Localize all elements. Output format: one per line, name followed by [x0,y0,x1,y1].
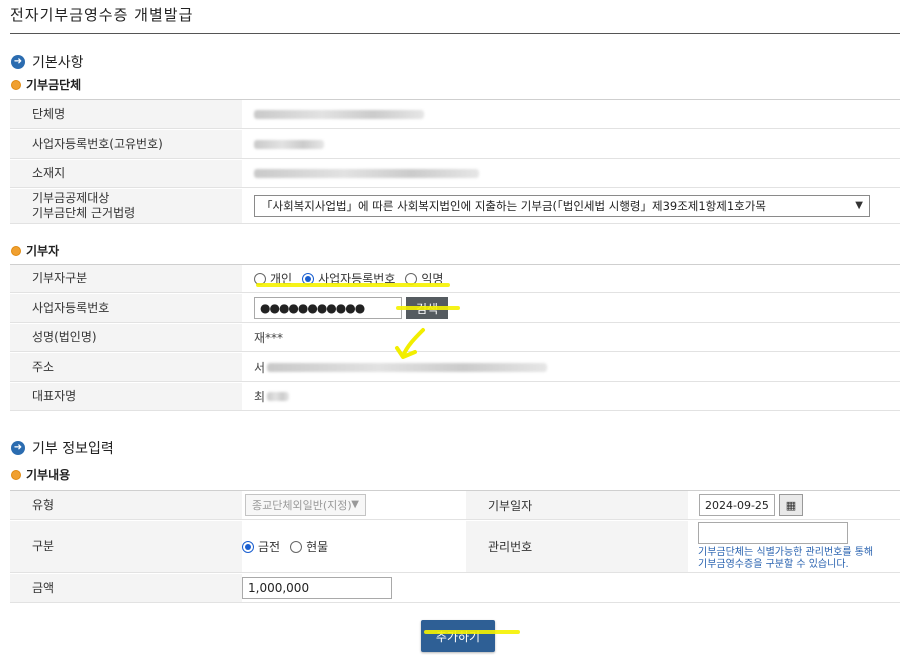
law-select[interactable]: 「사회복지사업법」에 따른 사회복지법인에 지출하는 기부금(「법인세법 시행령… [254,195,870,217]
donor-type-row: 기부자구분 개인 사업자등록번호 익명 [10,264,900,293]
section-basic-title: 기본사항 [32,55,84,71]
donation-kind-value: 종교단체외일반(지정) ▼ [242,491,466,519]
redacted-text [254,139,324,149]
donation-amount-row: 금액 1,000,000 [10,574,900,603]
manage-no-label: 관리번호 [466,521,688,572]
add-button[interactable]: 추가하기 [421,620,495,652]
arrow-annotation-icon [395,328,425,359]
page-title: 전자기부금영수증 개별발급 [10,6,194,24]
donation-amount-label: 금액 [10,574,242,602]
org-bizno-row: 사업자등록번호(고유번호) [10,130,900,159]
donor-bizno-input[interactable]: ●●●●●●●●●●● [254,297,402,319]
highlight-mark [424,630,520,634]
donation-category-row: 구분 금전 현물 관리번호 기부금단체는 식별가능한 관리번호를 통해 기부금영… [10,521,900,573]
subsection-donor-title: 기부자 [26,244,60,258]
redacted-text [254,169,479,178]
section-donation-title: 기부 정보입력 [32,441,114,457]
section-donation-header: ➜ 기부 정보입력 [11,438,114,458]
donation-date-label: 기부일자 [466,491,688,519]
org-name-value [242,100,900,128]
orange-dot-icon [11,245,21,256]
subsection-donor-header: 기부자 [11,242,59,259]
donor-address-row: 주소 서 [10,353,900,382]
title-divider [10,33,900,34]
org-address-value [242,160,900,187]
org-bizno-label: 사업자등록번호(고유번호) [10,130,242,158]
org-address-label: 소재지 [10,160,242,187]
donation-amount-value: 1,000,000 [242,574,900,602]
highlight-mark [396,306,460,310]
calendar-icon[interactable]: ▦ [779,494,803,516]
redacted-text [254,109,424,119]
org-law-label: 기부금공제대상 기부금단체 근거법령 [10,189,242,223]
section-basic-header: ➜ 기본사항 [11,52,84,72]
donor-bizno-value: ●●●●●●●●●●● 검색 [242,294,900,322]
subsection-content-title: 기부내용 [26,468,71,482]
org-law-label-line2: 기부금단체 근거법령 [32,206,136,220]
radio-goods[interactable]: 현물 [290,538,328,555]
redacted-text [267,392,290,401]
redacted-text [267,362,548,372]
orange-dot-icon [11,79,21,90]
highlight-mark [256,283,450,287]
org-bizno-value [242,130,900,158]
chevron-down-icon: ▼ [855,200,863,211]
radio-cash[interactable]: 금전 [242,538,280,555]
org-law-label-line1: 기부금공제대상 [32,191,110,205]
donor-name-value: 재*** [254,331,284,345]
chevron-down-icon: ▼ [351,499,359,510]
law-select-value: 「사회복지사업법」에 따른 사회복지법인에 지출하는 기부금(「법인세법 시행령… [261,199,766,213]
org-address-row: 소재지 [10,160,900,188]
donor-rep-label: 대표자명 [10,383,242,410]
donation-kind-label: 유형 [10,491,242,519]
donor-type-options: 개인 사업자등록번호 익명 [242,265,900,292]
arrow-right-circle-icon: ➜ [11,55,25,69]
subsection-content-header: 기부내용 [11,466,70,483]
orange-dot-icon [11,469,21,480]
donor-address-value: 서 [242,353,900,381]
donation-amount-input[interactable]: 1,000,000 [242,577,392,599]
donation-category-label: 구분 [10,521,242,572]
org-name-label: 단체명 [10,100,242,128]
arrow-right-circle-icon: ➜ [11,441,25,455]
manage-no-note: 기부금단체는 식별가능한 관리번호를 통해 기부금영수증을 구분할 수 있습니다… [698,547,874,570]
radio-circle [242,540,254,553]
donation-kind-select[interactable]: 종교단체외일반(지정) ▼ [245,494,366,516]
manage-no-input[interactable] [698,522,848,544]
donor-name-label: 성명(법인명) [10,324,242,351]
donation-category-options: 금전 현물 [242,521,466,572]
subsection-org-title: 기부금단체 [26,78,82,92]
donor-rep-row: 대표자명 최 [10,383,900,411]
org-name-row: 단체명 [10,99,900,129]
subsection-org-header: 기부금단체 [11,76,81,93]
donor-type-label: 기부자구분 [10,265,242,292]
donation-date-value: 2024-09-25 ▦ [688,491,900,519]
radio-circle [290,540,303,553]
donor-rep-prefix: 최 [254,390,266,404]
org-law-value: 「사회복지사업법」에 따른 사회복지법인에 지출하는 기부금(「법인세법 시행령… [242,189,900,223]
org-law-row: 기부금공제대상 기부금단체 근거법령 「사회복지사업법」에 따른 사회복지법인에… [10,189,900,224]
donation-date-input[interactable]: 2024-09-25 [699,494,775,516]
donor-address-label: 주소 [10,353,242,381]
donor-address-prefix: 서 [254,360,266,375]
donor-rep-value: 최 [242,383,900,410]
donor-bizno-label: 사업자등록번호 [10,294,242,322]
manage-no-value: 기부금단체는 식별가능한 관리번호를 통해 기부금영수증을 구분할 수 있습니다… [688,521,900,572]
donation-kind-row: 유형 종교단체외일반(지정) ▼ 기부일자 2024-09-25 ▦ [10,490,900,520]
donor-name-row: 성명(법인명) 재*** [10,324,900,352]
